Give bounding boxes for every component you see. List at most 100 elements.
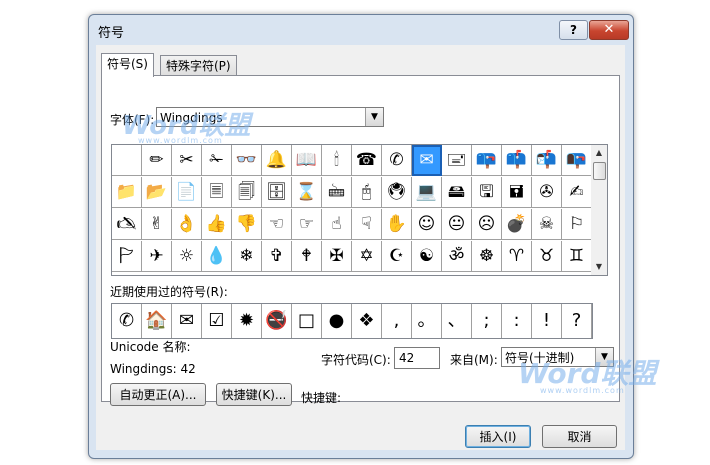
symbol-cell[interactable]: 👎 (232, 209, 262, 240)
close-button[interactable]: ✕ (589, 20, 629, 40)
symbol-cell[interactable]: 💻 (412, 177, 442, 208)
recent-symbols-grid[interactable]: ✆ 🏠 ✉ ☑ ✹ 🚭 □ ● ❖,。、;:!? (111, 303, 593, 339)
symbol-cell[interactable]: ☺ (412, 209, 442, 240)
symbol-cell[interactable]: ✆ (382, 145, 412, 176)
symbol-cell[interactable]: ✞ (262, 241, 292, 272)
symbol-cell[interactable]: ☯ (412, 241, 442, 272)
symbol-cell[interactable]: ⌛ (292, 177, 322, 208)
symbol-cell[interactable]: ✉ (412, 145, 442, 176)
unicode-name-label: Unicode 名称: (110, 340, 191, 354)
symbol-grid-scrollbar[interactable]: ▲ ▼ (591, 144, 608, 276)
symbol-cell[interactable]: ✂ (172, 145, 202, 176)
recent-symbol-cell[interactable]: 、 (442, 304, 472, 338)
autocorrect-button[interactable]: 自动更正(A)... (110, 383, 206, 406)
recent-symbol-cell[interactable]: ● (322, 304, 352, 338)
symbol-cell[interactable]: ✡ (352, 241, 382, 272)
recent-symbol-cell[interactable]: ; (472, 304, 502, 338)
symbol-cell[interactable]: ✁ (202, 145, 232, 176)
symbol-cell[interactable]: 📂 (142, 177, 172, 208)
symbol-cell[interactable]: ✍ (562, 177, 592, 208)
recent-symbol-cell[interactable]: ☑ (202, 304, 232, 338)
help-button[interactable]: ? (559, 20, 588, 40)
symbol-cell[interactable]: 🖲 (382, 177, 412, 208)
insert-button[interactable]: 插入(I) (465, 425, 531, 448)
recent-symbol-cell[interactable]: ❖ (352, 304, 382, 338)
shortcut-key-button[interactable]: 快捷键(K)... (216, 383, 292, 406)
symbol-cell[interactable]: 😐 (442, 209, 472, 240)
symbol-cell[interactable]: ✏ (142, 145, 172, 176)
chevron-down-icon[interactable]: ▼ (365, 108, 383, 126)
symbol-cell[interactable]: ☠ (532, 209, 562, 240)
symbol-cell[interactable]: ✌ (142, 209, 172, 240)
symbol-cell[interactable]: 👌 (172, 209, 202, 240)
recent-symbol-cell[interactable]: □ (292, 304, 322, 338)
symbol-cell[interactable]: 🔔 (262, 145, 292, 176)
title-bar: 符号 ? ✕ (89, 15, 633, 45)
symbol-cell[interactable]: ☎ (352, 145, 382, 176)
symbol-cell[interactable]: ☟ (352, 209, 382, 240)
recent-symbol-cell[interactable]: ? (562, 304, 592, 338)
symbol-cell[interactable]: ⚐ (562, 209, 592, 240)
symbol-cell[interactable]: 🗏 (202, 177, 232, 208)
symbol-cell[interactable]: ❄ (232, 241, 262, 272)
symbol-cell[interactable]: 🖫 (472, 177, 502, 208)
symbol-cell[interactable]: 📬 (532, 145, 562, 176)
symbol-cell[interactable]: 🗐 (232, 177, 262, 208)
recent-symbol-cell[interactable]: ✆ (112, 304, 142, 338)
recent-symbol-cell[interactable]: 🚭 (262, 304, 292, 338)
cancel-button[interactable]: 取消 (542, 425, 617, 448)
symbol-cell[interactable]: 🕈 (292, 241, 322, 272)
symbol-cell[interactable]: 💣 (502, 209, 532, 240)
symbol-cell[interactable]: 🖬 (502, 177, 532, 208)
tab-special-characters-label: 特殊字符(P) (166, 59, 231, 73)
symbol-cell[interactable]: 📖 (292, 145, 322, 176)
symbol-cell[interactable]: ♉ (532, 241, 562, 272)
symbol-cell[interactable]: ☹ (472, 209, 502, 240)
dialog-title: 符号 (98, 26, 125, 41)
symbol-cell[interactable]: ☝ (322, 209, 352, 240)
symbol-cell[interactable]: 📄 (172, 177, 202, 208)
scroll-down-arrow-icon[interactable]: ▼ (591, 259, 607, 275)
symbol-cell[interactable]: 👓 (232, 145, 262, 176)
symbol-cell[interactable]: ॐ (442, 241, 472, 272)
symbol-cell[interactable]: 🖎 (112, 209, 142, 240)
symbol-cell[interactable]: 🖴 (442, 177, 472, 208)
recent-symbol-cell[interactable]: 。 (412, 304, 442, 338)
symbol-cell[interactable]: ♊ (562, 241, 592, 272)
symbol-cell[interactable]: 📪 (472, 145, 502, 176)
recent-symbol-cell[interactable]: ! (532, 304, 562, 338)
symbol-cell[interactable]: 📭 (562, 145, 592, 176)
recent-symbol-cell[interactable]: : (502, 304, 532, 338)
recent-symbol-cell[interactable]: 🏠 (142, 304, 172, 338)
recent-symbol-cell[interactable]: ✹ (232, 304, 262, 338)
symbol-cell[interactable]: ☜ (262, 209, 292, 240)
symbol-cell[interactable]: ☪ (382, 241, 412, 272)
symbol-cell[interactable]: 🖮 (322, 177, 352, 208)
symbol-cell[interactable]: 📁 (112, 177, 142, 208)
recent-symbol-cell[interactable]: ✉ (172, 304, 202, 338)
symbol-grid[interactable]: ✏ ✂ ✁ 👓 🔔 📖 🕯 ☎ ✆ ✉ 🖃 📪 📫 📬 📭 📁 📂 📄 🗏 🗐 🗄 ⌛ 🖮 🖰 🖲 💻 🖴 🖫 🖬 ✇ ✍ 🖎 ✌ 👌 👍 👎 ☜ ☞ ☝ ☟… (111, 144, 593, 276)
symbol-cell[interactable]: ✠ (322, 241, 352, 272)
recent-symbol-cell[interactable]: , (382, 304, 412, 338)
symbol-cell[interactable]: 🖃 (442, 145, 472, 176)
symbol-cell[interactable]: ☞ (292, 209, 322, 240)
symbol-cell[interactable]: 👍 (202, 209, 232, 240)
tab-special-characters[interactable]: 特殊字符(P) (160, 55, 237, 77)
symbol-cell[interactable]: ☼ (172, 241, 202, 272)
symbol-cell[interactable]: ✋ (382, 209, 412, 240)
symbol-cell[interactable]: 🗄 (262, 177, 292, 208)
symbol-cell[interactable] (112, 145, 142, 176)
symbol-cell[interactable]: ✈ (142, 241, 172, 272)
symbol-cell[interactable]: 📫 (502, 145, 532, 176)
symbol-cell[interactable]: ☸ (472, 241, 502, 272)
char-code-input[interactable]: 42 (394, 347, 440, 369)
tab-symbols[interactable]: 符号(S) (101, 53, 154, 77)
scroll-thumb[interactable] (593, 162, 606, 180)
scroll-up-arrow-icon[interactable]: ▲ (591, 145, 607, 161)
symbol-cell[interactable]: 🖰 (352, 177, 382, 208)
symbol-cell[interactable]: ♈ (502, 241, 532, 272)
symbol-cell[interactable]: ✇ (532, 177, 562, 208)
symbol-cell[interactable]: 💧 (202, 241, 232, 272)
symbol-cell[interactable]: 🕯 (322, 145, 352, 176)
symbol-cell[interactable]: 🏱 (112, 241, 142, 272)
